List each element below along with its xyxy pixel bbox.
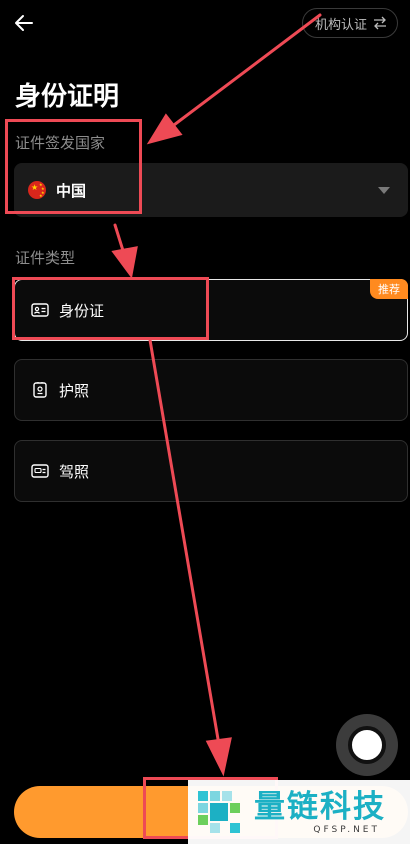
doc-option-label: 驾照: [59, 462, 90, 481]
doc-option-label: 身份证: [59, 301, 105, 320]
annotation-arrow: [113, 223, 127, 259]
issuing-country-label: 证件签发国家: [15, 134, 106, 152]
annotation-arrows: [111, 13, 322, 777]
annotation-arrowhead: [205, 737, 232, 777]
watermark-cn-text: 量链科技: [254, 789, 386, 825]
china-flag-icon: ★ ★ ★ ★ ★: [28, 181, 46, 199]
assistive-touch-button[interactable]: [336, 714, 398, 776]
assistive-touch-icon: [348, 726, 386, 764]
doc-option-label: 护照: [59, 381, 90, 400]
doc-option-passport[interactable]: 护照: [14, 359, 408, 421]
caret-down-icon: [378, 187, 390, 194]
qfsp-logo-icon: [198, 791, 240, 833]
document-type-label: 证件类型: [15, 249, 76, 267]
institution-verification-button[interactable]: 机构认证: [301, 8, 398, 38]
drivers-license-icon: [31, 464, 49, 478]
selected-country: 中国: [56, 181, 87, 200]
id-card-icon: [31, 303, 49, 317]
back-button[interactable]: [12, 11, 36, 35]
annotation-arrow: [168, 13, 322, 130]
recommended-badge: 推荐: [370, 279, 408, 299]
arrow-left-icon: [15, 15, 33, 31]
doc-option-drivers-license[interactable]: 驾照: [14, 440, 408, 502]
issuing-country-select[interactable]: ★ ★ ★ ★ ★ 中国: [14, 163, 408, 217]
doc-option-id-card[interactable]: 身份证 推荐: [14, 279, 408, 341]
annotation-arrowhead: [146, 113, 183, 145]
page-title: 身份证明: [15, 82, 120, 112]
watermark: 量链科技 QFSP.NET: [188, 780, 410, 844]
institution-verification-label: 机构认证: [314, 17, 367, 33]
annotation-arrowhead: [111, 246, 138, 279]
identity-verification-screen: 机构认证 身份证明 证件签发国家 ★ ★ ★ ★ ★ 中国 证件类型 身份证 推…: [0, 0, 410, 844]
passport-icon: [33, 382, 47, 398]
swap-arrows-icon: [374, 16, 386, 30]
watermark-en-text: QFSP.NET: [313, 825, 380, 835]
